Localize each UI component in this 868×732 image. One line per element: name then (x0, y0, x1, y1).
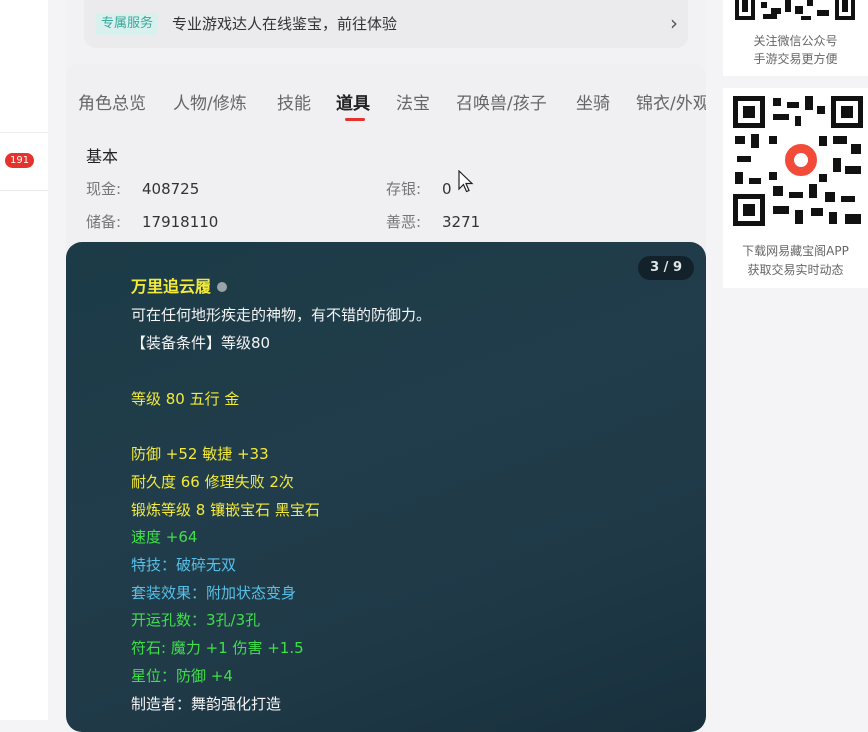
item-special-skill: 特技：破碎无双 (131, 556, 237, 574)
karma-value: 3271 (442, 213, 481, 231)
tab-pets[interactable]: 召唤兽/孩子 (456, 92, 547, 116)
app-download-card: 下载网易藏宝阁APP 获取交易实时动态 (723, 88, 868, 288)
item-star: 星位：防御 +4 (131, 667, 233, 685)
tab-skills[interactable]: 技能 (277, 92, 311, 116)
app-caption-1: 下载网易藏宝阁APP (742, 244, 849, 258)
item-requirement: 【装备条件】等级80 (131, 334, 271, 352)
tab-outfits[interactable]: 锦衣/外观 (636, 92, 706, 116)
karma-label: 善恶: (386, 213, 422, 231)
reserve-label: 储备: (86, 213, 122, 231)
cash-label: 现金: (86, 180, 122, 198)
item-maker: 制造者：舞韵强化打造 (131, 695, 282, 713)
item-name: 万里追云履 (131, 277, 212, 296)
divider (0, 132, 48, 133)
app-logo-icon (783, 142, 819, 178)
cash-value: 408725 (142, 180, 200, 198)
tab-character[interactable]: 人物/修炼 (173, 92, 247, 116)
tab-role-overview[interactable]: 角色总览 (78, 92, 146, 116)
notification-badge[interactable]: 191 (5, 153, 35, 168)
tab-items[interactable]: 道具 (336, 92, 370, 116)
wechat-caption-2: 手游交易更方便 (753, 52, 838, 66)
app-caption-2: 获取交易实时动态 (747, 263, 844, 277)
detail-tabs: 角色总览 人物/修炼 技能 道具 法宝 召唤兽/孩子 坐骑 锦衣/外观 (78, 92, 706, 126)
mouse-cursor-icon (458, 170, 474, 193)
chevron-right-icon[interactable]: › (670, 11, 678, 35)
item-holes: 开运孔数：3孔/3孔 (131, 611, 261, 629)
service-text: 专业游戏达人在线鉴宝，前往体验 (172, 15, 398, 33)
item-level-element: 等级 80 五行 金 (131, 390, 240, 408)
item-counter: 3 / 9 (638, 256, 694, 280)
item-durability: 耐久度 66 修理失败 2次 (131, 473, 294, 491)
divider (0, 190, 48, 191)
reserve-value: 17918110 (142, 213, 219, 231)
item-speed: 速度 +64 (131, 528, 198, 546)
item-defense-agility: 防御 +52 敏捷 +33 (131, 445, 269, 463)
tab-treasures[interactable]: 法宝 (396, 92, 430, 116)
wechat-qr-code (735, 0, 855, 22)
section-title-basic: 基本 (86, 147, 119, 166)
active-tab-indicator (345, 118, 365, 121)
wechat-caption-1: 关注微信公众号 (753, 34, 838, 48)
item-name-row: 万里追云履 (131, 276, 228, 298)
savings-label: 存银: (386, 180, 422, 198)
app-qr-code (733, 96, 863, 226)
item-set-effect: 套装效果：附加状态变身 (131, 584, 297, 602)
item-rune: 符石: 魔力 +1 伤害 +1.5 (131, 639, 304, 657)
service-banner[interactable]: 专属服务 专业游戏达人在线鉴宝，前往体验 › (84, 0, 688, 48)
item-forge: 锻炼等级 8 镶嵌宝石 黑宝石 (131, 501, 320, 519)
left-sidebar: 191 (0, 0, 48, 720)
service-tag: 专属服务 (96, 13, 159, 35)
item-detail-popup: 3 / 9 万里追云履 可在任何地形疾走的神物，有不错的防御力。 【装备条件】等… (66, 242, 706, 732)
savings-value: 0 (442, 180, 452, 198)
wechat-qr-card: 关注微信公众号 手游交易更方便 (723, 0, 868, 76)
item-description: 可在任何地形疾走的神物，有不错的防御力。 (131, 306, 432, 324)
tab-mounts[interactable]: 坐骑 (576, 92, 610, 116)
bound-icon (217, 281, 228, 292)
